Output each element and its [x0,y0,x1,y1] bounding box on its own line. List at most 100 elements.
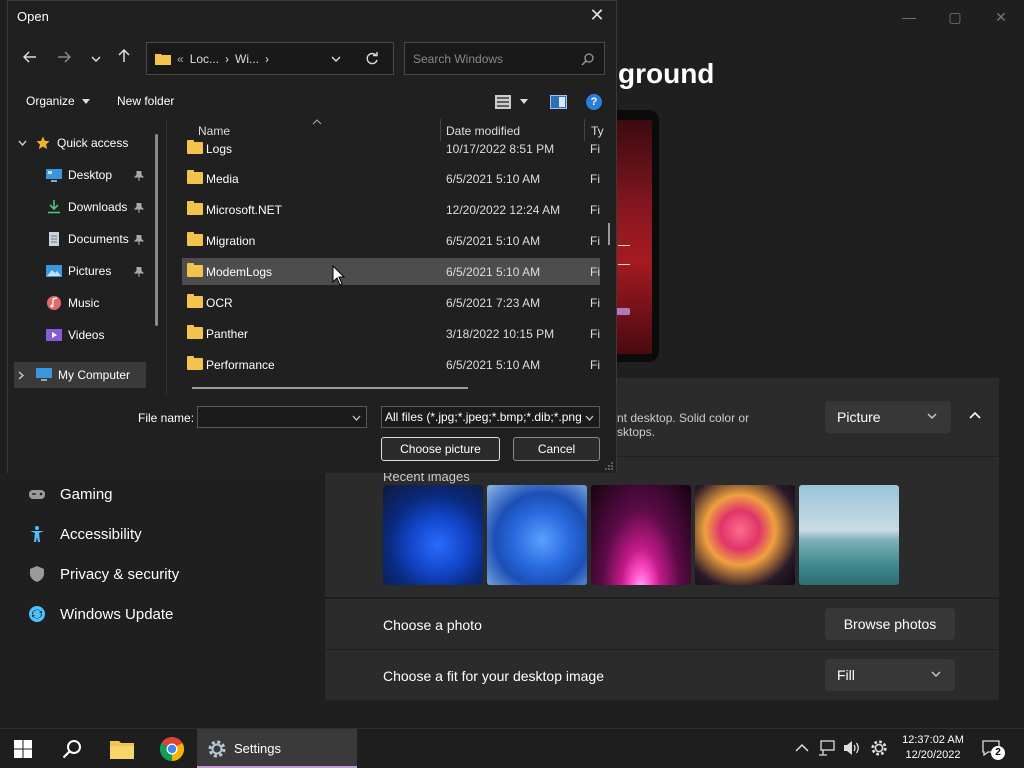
nav-scrollbar[interactable] [155,134,158,326]
taskbar-settings-label: Settings [234,741,281,756]
nav-item-gaming[interactable]: Gaming [28,479,113,509]
nav-downloads[interactable]: Downloads [46,194,127,220]
file-row-media[interactable]: Media 6/5/2021 5:10 AM Fi [182,165,600,192]
background-type-dropdown[interactable]: Picture [825,401,951,433]
choose-picture-button[interactable]: Choose picture [381,437,500,461]
nav-documents[interactable]: Documents [46,226,129,252]
folder-icon [187,294,203,308]
organize-menu[interactable]: Organize [26,94,91,108]
fit-value: Fill [837,667,855,683]
taskbar-settings-app[interactable]: Settings [197,729,357,768]
recent-image-3[interactable] [591,485,691,585]
preview-pane-icon[interactable] [550,95,567,109]
dialog-close-button[interactable]: ✕ [586,5,608,26]
music-icon [47,296,61,310]
nav-videos[interactable]: Videos [46,322,104,348]
fit-dropdown[interactable]: Fill [825,659,955,691]
file-row-migration[interactable]: Migration 6/5/2021 5:10 AM Fi [182,227,600,254]
chevron-up-icon[interactable] [969,411,981,419]
pictures-icon [46,265,62,277]
computer-icon [36,368,52,381]
chevron-down-icon [18,140,27,146]
search-input[interactable]: Search Windows [404,42,605,75]
chevron-down-icon[interactable] [331,56,341,63]
nav-item-windows-update[interactable]: Windows Update [28,599,173,629]
settings-gear-icon[interactable] [870,739,888,757]
search-icon[interactable] [62,739,82,759]
desktop-icon [46,169,62,182]
recent-locations-button[interactable] [84,47,108,71]
pin-icon[interactable] [134,235,144,245]
pin-icon[interactable] [134,267,144,277]
minimize-button[interactable]: — [886,6,932,28]
horizontal-scrollbar[interactable] [192,387,468,389]
chevron-down-icon [931,671,941,677]
file-row-modemlogs[interactable]: ModemLogs 6/5/2021 5:10 AM Fi [182,258,600,285]
nav-my-computer[interactable]: My Computer [18,362,130,388]
clock[interactable]: 12:37:02 AM 12/20/2022 [899,733,967,763]
file-row-microsoft-net[interactable]: Microsoft.NET 12/20/2022 12:24 AM Fi [182,196,600,223]
refresh-icon[interactable] [365,52,379,66]
breadcrumb-separator[interactable]: › [225,52,229,66]
notification-badge: 2 [991,746,1005,760]
new-folder-button[interactable]: New folder [117,94,174,108]
background-type-value: Picture [837,409,881,425]
file-row-panther[interactable]: Panther 3/18/2022 10:15 PM Fi [182,320,600,347]
forward-button[interactable] [52,47,76,71]
file-name-label: File name: [138,411,195,425]
document-icon [49,232,59,246]
notification-center[interactable]: 2 [982,738,1006,760]
chevron-up-icon[interactable] [795,743,809,752]
nav-item-privacy-security[interactable]: Privacy & security [28,559,179,589]
recent-image-1[interactable] [383,485,483,585]
nav-music[interactable]: Music [46,290,99,316]
windows-update-icon [29,606,45,622]
shield-icon [30,566,44,582]
network-icon[interactable] [818,740,836,756]
file-row-logs[interactable]: Logs 10/17/2022 8:51 PM Fi [182,135,600,162]
pin-icon[interactable] [134,171,144,181]
browse-photos-button[interactable]: Browse photos [825,608,955,640]
pin-icon[interactable] [134,203,144,213]
close-button[interactable]: ✕ [978,6,1024,28]
cancel-button[interactable]: Cancel [513,437,600,461]
desktop: { "settings": { "title_partial": "ground… [0,0,1024,768]
file-row-performance[interactable]: Performance 6/5/2021 5:10 AM Fi [182,351,600,378]
breadcrumb-1[interactable]: Loc... [190,52,219,66]
help-button[interactable]: ? [586,94,602,110]
nav-pictures[interactable]: Pictures [46,258,111,284]
file-type-select[interactable]: All files (*.jpg;*.jpeg;*.bmp;*.dib;*.pn… [381,406,600,428]
file-row-ocr[interactable]: OCR 6/5/2021 7:23 AM Fi [182,289,600,316]
up-button[interactable] [112,47,136,71]
nav-item-accessibility[interactable]: Accessibility [28,519,142,549]
chrome-icon[interactable] [160,737,184,761]
resize-grip-icon[interactable] [605,462,613,470]
recent-image-2[interactable] [487,485,587,585]
recent-image-4[interactable] [695,485,795,585]
file-explorer-icon[interactable] [110,737,134,761]
maximize-button[interactable]: ▢ [932,6,978,28]
view-options-icon[interactable] [495,95,511,109]
nav-desktop[interactable]: Desktop [46,162,112,188]
recent-image-5[interactable] [799,485,899,585]
nav-label: Accessibility [60,525,142,543]
download-icon [48,200,60,214]
search-icon [581,53,594,66]
chevron-down-icon[interactable] [352,415,361,421]
start-button-icon[interactable] [14,740,32,758]
volume-icon[interactable] [843,740,861,756]
breadcrumb-separator[interactable]: › [265,52,269,66]
folder-icon [187,263,203,277]
back-button[interactable] [18,47,42,71]
nav-quick-access[interactable]: Quick access [18,130,128,156]
vertical-scrollbar[interactable] [608,223,610,245]
file-name-input[interactable] [197,406,367,428]
folder-icon [187,140,203,154]
navigation-pane: Quick access Desktop Downloads Documents… [8,119,166,394]
dialog-title: Open [17,9,49,24]
caret-down-icon[interactable] [520,99,528,104]
breadcrumb-2[interactable]: Wi... [235,52,259,66]
address-bar[interactable]: « Loc... › Wi... › [146,42,394,75]
address-overflow: « [177,51,184,66]
star-icon [36,136,50,150]
